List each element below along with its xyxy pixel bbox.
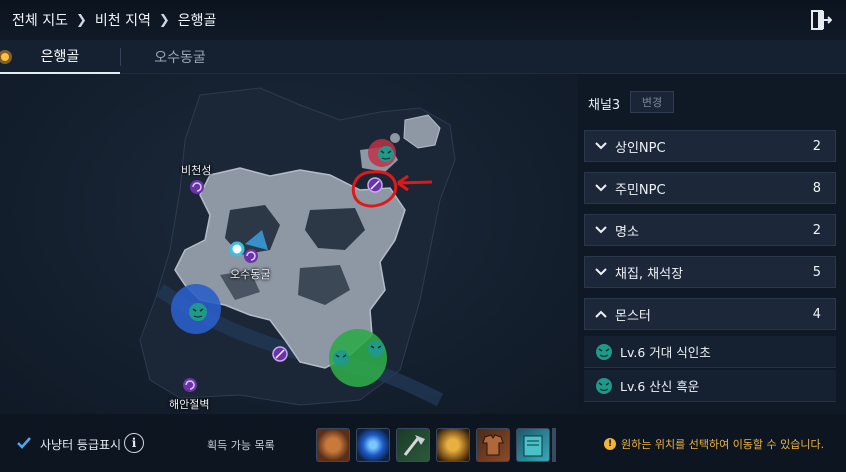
category-count: 4 <box>812 306 821 322</box>
category-gathering[interactable]: 채집, 채석장 5 <box>584 256 836 288</box>
footer-bar: 사냥터 등급표시 i 획득 가능 목록 ! 원하는 위치를 선택하여 이동할 수… <box>0 414 846 472</box>
loot-item-armor-icon[interactable] <box>476 428 510 462</box>
warning-icon: ! <box>604 438 616 450</box>
monster-icon[interactable] <box>378 146 394 162</box>
category-resident-npc[interactable]: 주민NPC 8 <box>584 172 836 204</box>
loot-item-axe-icon[interactable] <box>396 428 430 462</box>
category-label: 상인NPC <box>615 140 666 156</box>
category-count: 8 <box>812 180 821 196</box>
loot-list-label: 획득 가능 목록 <box>207 439 275 452</box>
exit-icon[interactable] <box>810 9 832 31</box>
breadcrumb-world-map[interactable]: 전체 지도 <box>12 10 68 30</box>
monster-list-item[interactable]: Lv.6 산신 흑운 <box>584 370 836 402</box>
region-map[interactable]: 비천성 오수동굴 해안절벽 <box>0 74 578 414</box>
portal-icon-bicheonseong[interactable] <box>190 180 204 194</box>
header-bar: 전체 지도 ❯ 비천 지역 ❯ 은행골 <box>0 0 846 40</box>
category-count: 5 <box>812 264 821 280</box>
channel-label: 채널3 <box>588 98 621 113</box>
category-label: 채집, 채석장 <box>615 266 684 282</box>
chevron-down-icon <box>595 268 607 276</box>
breadcrumb-region[interactable]: 비천 지역 <box>95 10 151 30</box>
monster-icon <box>596 377 612 394</box>
category-label: 주민NPC <box>615 182 666 198</box>
info-icon[interactable]: i <box>124 433 144 453</box>
category-label: 명소 <box>615 224 639 240</box>
checkmark-icon[interactable] <box>16 435 32 451</box>
map-label-haeanjeolbyeok[interactable]: 해안절벽 <box>169 396 209 412</box>
monster-list-item[interactable]: Lv.6 거대 식인초 <box>584 336 836 368</box>
loot-scroll-edge[interactable] <box>552 428 556 462</box>
monster-icon[interactable] <box>368 341 384 357</box>
map-canvas <box>139 87 456 407</box>
monster-icon[interactable] <box>189 303 207 321</box>
loot-item-medallion-icon[interactable] <box>436 428 470 462</box>
category-merchant-npc[interactable]: 상인NPC 2 <box>584 130 836 162</box>
category-landmarks[interactable]: 명소 2 <box>584 214 836 246</box>
loot-item-orb-icon[interactable] <box>356 428 390 462</box>
chevron-right-icon: ❯ <box>158 12 170 28</box>
loot-item-coin-icon[interactable] <box>316 428 350 462</box>
category-count: 2 <box>812 138 821 154</box>
monster-icon <box>596 343 612 360</box>
map-label-osudonggul[interactable]: 오수동굴 <box>230 266 270 282</box>
tab-eunhaenggol[interactable]: 은행골 <box>0 40 120 74</box>
tab-bar: 은행골 오수동굴 <box>0 40 846 74</box>
loot-item-book-icon[interactable] <box>516 428 550 462</box>
monster-name: Lv.6 거대 식인초 <box>620 345 711 360</box>
breadcrumb-current: 은행골 <box>177 13 217 29</box>
portal-icon-haeanjeolbyeok[interactable] <box>183 378 197 392</box>
category-monsters[interactable]: 몬스터 4 <box>584 298 836 330</box>
sealed-portal-icon[interactable] <box>272 346 288 362</box>
chevron-up-icon <box>595 310 607 318</box>
map-legend-panel: 채널3 변경 상인NPC 2 주민NPC 8 명소 2 채집, 채석장 5 몬스… <box>578 74 846 414</box>
hunting-grade-toggle-label[interactable]: 사냥터 등급표시 <box>40 436 121 453</box>
category-count: 2 <box>812 222 821 238</box>
chevron-down-icon <box>595 142 607 150</box>
monster-name: Lv.6 산신 흑운 <box>620 379 700 394</box>
travel-notice-text: 원하는 위치를 선택하여 이동할 수 있습니다. <box>621 438 825 451</box>
category-label: 몬스터 <box>615 308 651 324</box>
chevron-down-icon <box>595 184 607 192</box>
travel-notice: ! 원하는 위치를 선택하여 이동할 수 있습니다. <box>604 436 824 452</box>
chevron-down-icon <box>595 226 607 234</box>
monster-icon[interactable] <box>333 350 349 366</box>
portal-icon-osudonggul[interactable] <box>244 249 258 263</box>
change-channel-button[interactable]: 변경 <box>630 91 674 113</box>
map-label-bicheonseong[interactable]: 비천성 <box>181 162 211 178</box>
tab-osudonggul[interactable]: 오수동굴 <box>120 40 240 74</box>
chevron-right-icon: ❯ <box>75 12 87 28</box>
sealed-portal-icon[interactable] <box>367 177 383 193</box>
